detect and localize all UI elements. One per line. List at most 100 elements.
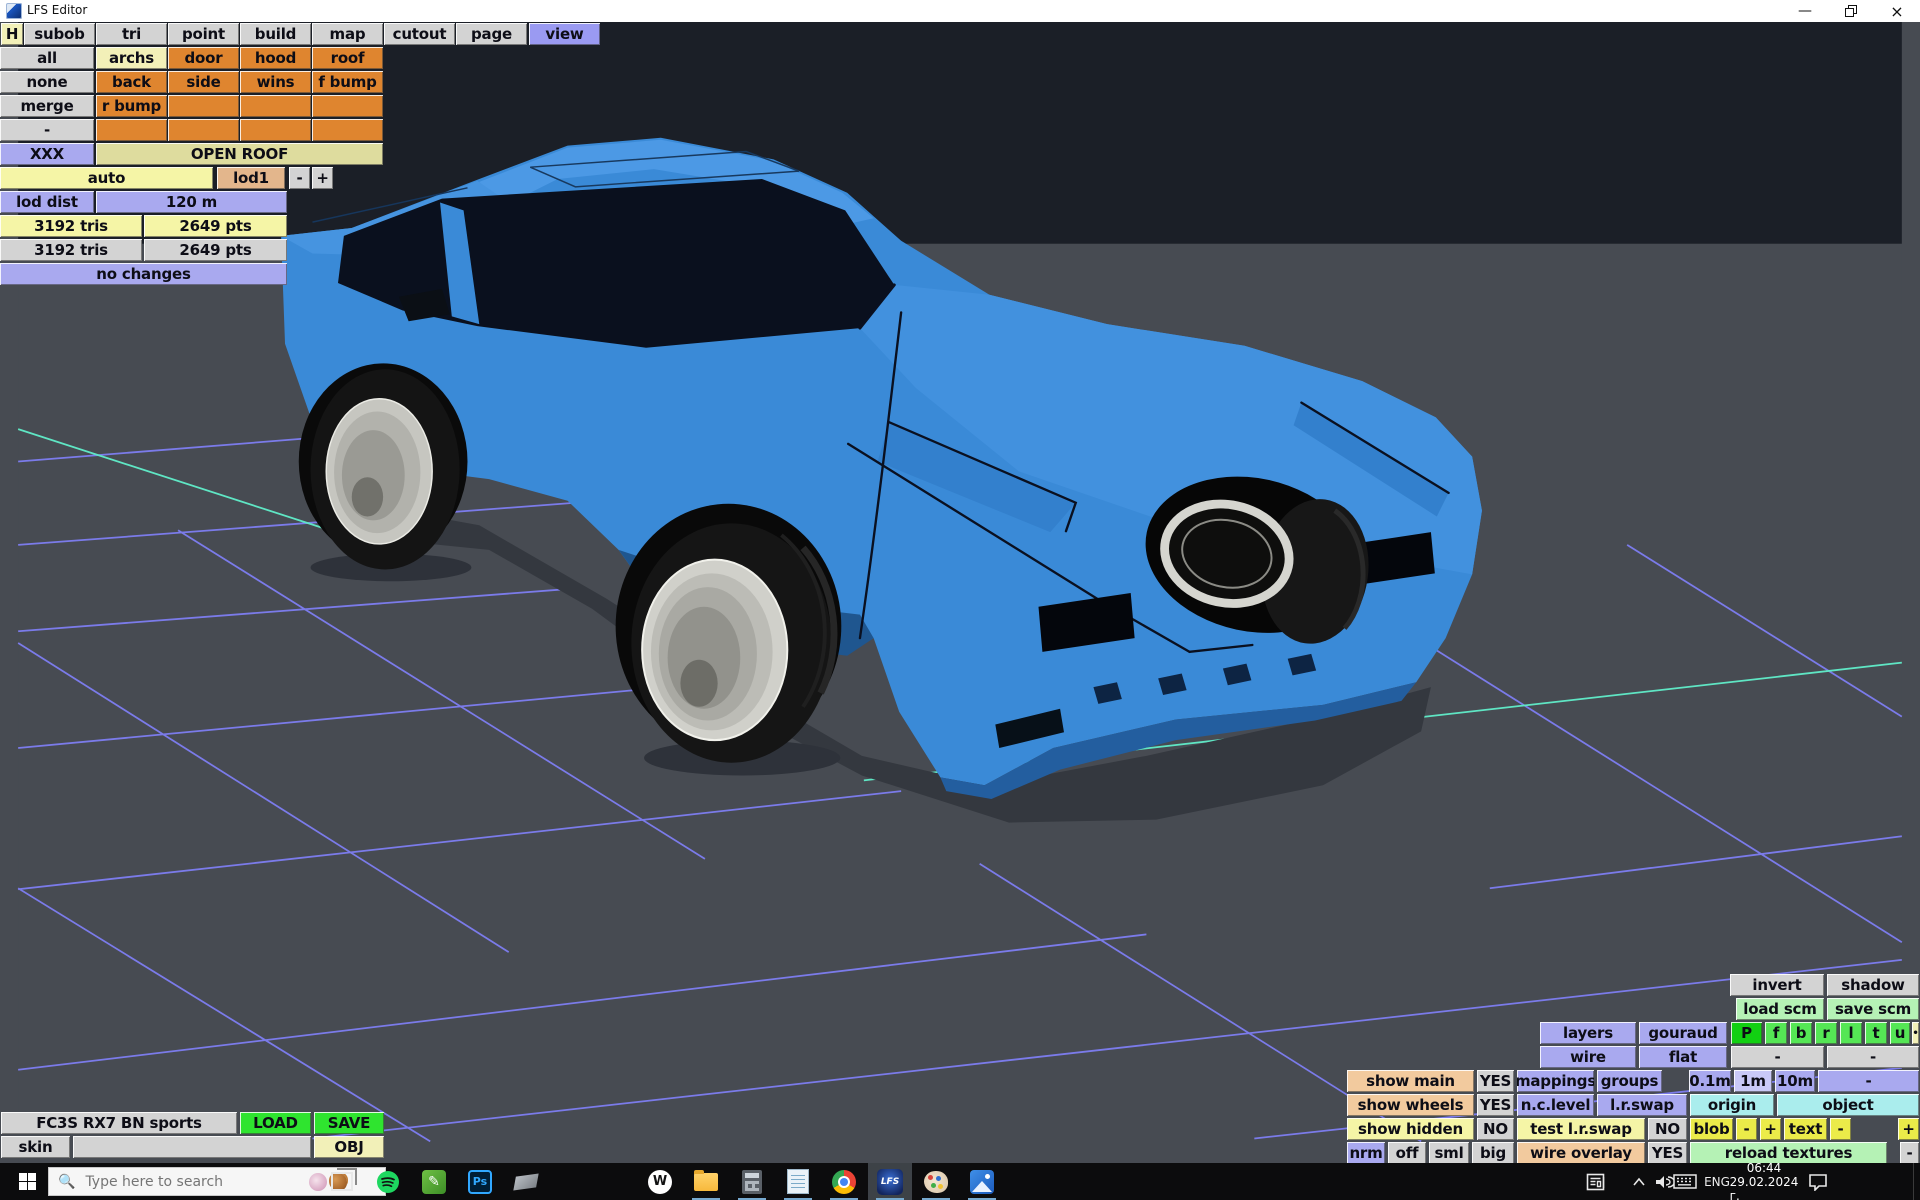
- lod-auto[interactable]: auto: [0, 167, 213, 189]
- subob-empty-1[interactable]: [168, 95, 239, 117]
- blob-minus-button[interactable]: -: [1736, 1118, 1757, 1140]
- lod-dist-value[interactable]: 120 m: [96, 191, 287, 213]
- lod-minus[interactable]: -: [289, 167, 310, 189]
- close-button[interactable]: ×: [1874, 0, 1920, 22]
- show-main-label[interactable]: show main: [1347, 1070, 1474, 1092]
- task-view-button[interactable]: [320, 1163, 364, 1200]
- blob-button[interactable]: blob: [1690, 1118, 1733, 1140]
- skin-button[interactable]: skin: [1, 1136, 70, 1158]
- taskbar-icon-chrome[interactable]: [822, 1163, 866, 1200]
- subob-empty-2[interactable]: [240, 95, 311, 117]
- subob-empty-4[interactable]: [96, 119, 167, 141]
- load-scm-button[interactable]: load scm: [1736, 998, 1824, 1020]
- restore-button[interactable]: [1828, 0, 1874, 22]
- lod-plus[interactable]: +: [312, 167, 333, 189]
- subob-archs[interactable]: archs: [96, 47, 167, 69]
- taskbar-icon-file-explorer[interactable]: [684, 1163, 728, 1200]
- subob-r-bump[interactable]: r bump: [96, 95, 167, 117]
- taskbar-icon-w-app[interactable]: W: [638, 1163, 682, 1200]
- menu-subob[interactable]: subob: [24, 23, 95, 45]
- menu-map[interactable]: map: [312, 23, 383, 45]
- taskbar-icon-spotify[interactable]: [366, 1163, 410, 1200]
- search-input[interactable]: [83, 1173, 307, 1191]
- menu-cutout[interactable]: cutout: [384, 23, 455, 45]
- select-none[interactable]: none: [0, 71, 94, 93]
- object-button[interactable]: object: [1777, 1094, 1919, 1116]
- end-dash-button[interactable]: -: [1900, 1142, 1919, 1164]
- lod-dist-label[interactable]: lod dist: [0, 191, 94, 213]
- menu-h-button[interactable]: H: [1, 23, 23, 45]
- touch-keyboard-button[interactable]: [1668, 1163, 1702, 1200]
- test-lr-swap-label[interactable]: test l.r.swap: [1517, 1118, 1645, 1140]
- save-scm-button[interactable]: save scm: [1827, 998, 1919, 1020]
- taskbar-icon-photos[interactable]: [960, 1163, 1004, 1200]
- layer-l-button[interactable]: l: [1840, 1022, 1862, 1044]
- subob-empty-6[interactable]: [240, 119, 311, 141]
- show-desktop-button[interactable]: [1913, 1163, 1920, 1200]
- layer-dot-button[interactable]: •: [1912, 1022, 1919, 1044]
- gouraud-button[interactable]: gouraud: [1639, 1022, 1727, 1044]
- flat-button[interactable]: flat: [1639, 1046, 1727, 1068]
- 3d-viewport[interactable]: [0, 22, 1920, 1163]
- subob-empty-7[interactable]: [312, 119, 383, 141]
- menu-tri[interactable]: tri: [96, 23, 167, 45]
- nrm-off-button[interactable]: off: [1388, 1142, 1426, 1164]
- taskbar-icon-gray-app[interactable]: [504, 1163, 548, 1200]
- shadow-button[interactable]: shadow: [1827, 974, 1919, 996]
- blob-plus-button[interactable]: +: [1760, 1118, 1781, 1140]
- xxx-button[interactable]: XXX: [0, 143, 94, 165]
- subob-hood[interactable]: hood: [240, 47, 311, 69]
- groups-button[interactable]: groups: [1597, 1070, 1662, 1092]
- save-button[interactable]: SAVE: [314, 1112, 384, 1134]
- dash-right-button[interactable]: -: [1827, 1046, 1919, 1068]
- action-center-button[interactable]: [1798, 1163, 1838, 1200]
- subob-empty-3[interactable]: [312, 95, 383, 117]
- layer-u-button[interactable]: u: [1890, 1022, 1910, 1044]
- wire-overlay-label[interactable]: wire overlay: [1517, 1142, 1645, 1164]
- nrm-button[interactable]: nrm: [1347, 1142, 1385, 1164]
- show-wheels-label[interactable]: show wheels: [1347, 1094, 1474, 1116]
- subob-f-bump[interactable]: f bump: [312, 71, 383, 93]
- text-plus-button[interactable]: +: [1898, 1118, 1919, 1140]
- minimize-button[interactable]: —: [1782, 0, 1828, 22]
- reload-textures-button[interactable]: reload textures: [1690, 1142, 1887, 1164]
- test-lr-swap-toggle[interactable]: NO: [1648, 1118, 1687, 1140]
- dash-left-button[interactable]: -: [1731, 1046, 1824, 1068]
- layer-r-button[interactable]: r: [1815, 1022, 1837, 1044]
- car-name-field[interactable]: FC3S RX7 BN sports: [1, 1112, 237, 1134]
- layer-p-button[interactable]: P: [1731, 1022, 1762, 1044]
- wire-overlay-toggle[interactable]: YES: [1648, 1142, 1687, 1164]
- text-minus-button[interactable]: -: [1830, 1118, 1851, 1140]
- select-merge[interactable]: merge: [0, 95, 94, 117]
- taskbar-icon-paint[interactable]: [914, 1163, 958, 1200]
- subob-wins[interactable]: wins: [240, 71, 311, 93]
- text-button[interactable]: text: [1784, 1118, 1827, 1140]
- show-main-toggle[interactable]: YES: [1477, 1070, 1514, 1092]
- taskbar-icon-notepad[interactable]: [776, 1163, 820, 1200]
- grid-1m-button[interactable]: 1m: [1734, 1070, 1772, 1092]
- menu-build[interactable]: build: [240, 23, 311, 45]
- show-hidden-label[interactable]: show hidden: [1347, 1118, 1474, 1140]
- tray-chevron-button[interactable]: [1626, 1163, 1652, 1200]
- lr-swap-button[interactable]: l.r.swap: [1597, 1094, 1687, 1116]
- select-dash[interactable]: -: [0, 119, 94, 141]
- invert-button[interactable]: invert: [1730, 974, 1824, 996]
- nrm-sml-button[interactable]: sml: [1429, 1142, 1469, 1164]
- load-button[interactable]: LOAD: [240, 1112, 311, 1134]
- layers-button[interactable]: layers: [1540, 1022, 1636, 1044]
- origin-button[interactable]: origin: [1690, 1094, 1774, 1116]
- obj-button[interactable]: OBJ: [314, 1136, 384, 1158]
- menu-view-active[interactable]: view: [529, 23, 600, 45]
- language-indicator[interactable]: ENG: [1702, 1163, 1732, 1200]
- taskbar-icon-lfs-editor-active[interactable]: LFS: [868, 1163, 912, 1200]
- wire-button[interactable]: wire: [1540, 1046, 1636, 1068]
- layer-t-button[interactable]: t: [1865, 1022, 1887, 1044]
- menu-point[interactable]: point: [168, 23, 239, 45]
- grid-10m-button[interactable]: 10m: [1775, 1070, 1815, 1092]
- nc-level-button[interactable]: n.c.level: [1517, 1094, 1594, 1116]
- subob-back[interactable]: back: [96, 71, 167, 93]
- taskbar-clock[interactable]: 06:44 29.02.2024 г.: [1733, 1163, 1795, 1200]
- lod-lod1[interactable]: lod1: [217, 167, 285, 189]
- mappings-button[interactable]: mappings: [1517, 1070, 1594, 1092]
- show-hidden-toggle[interactable]: NO: [1477, 1118, 1514, 1140]
